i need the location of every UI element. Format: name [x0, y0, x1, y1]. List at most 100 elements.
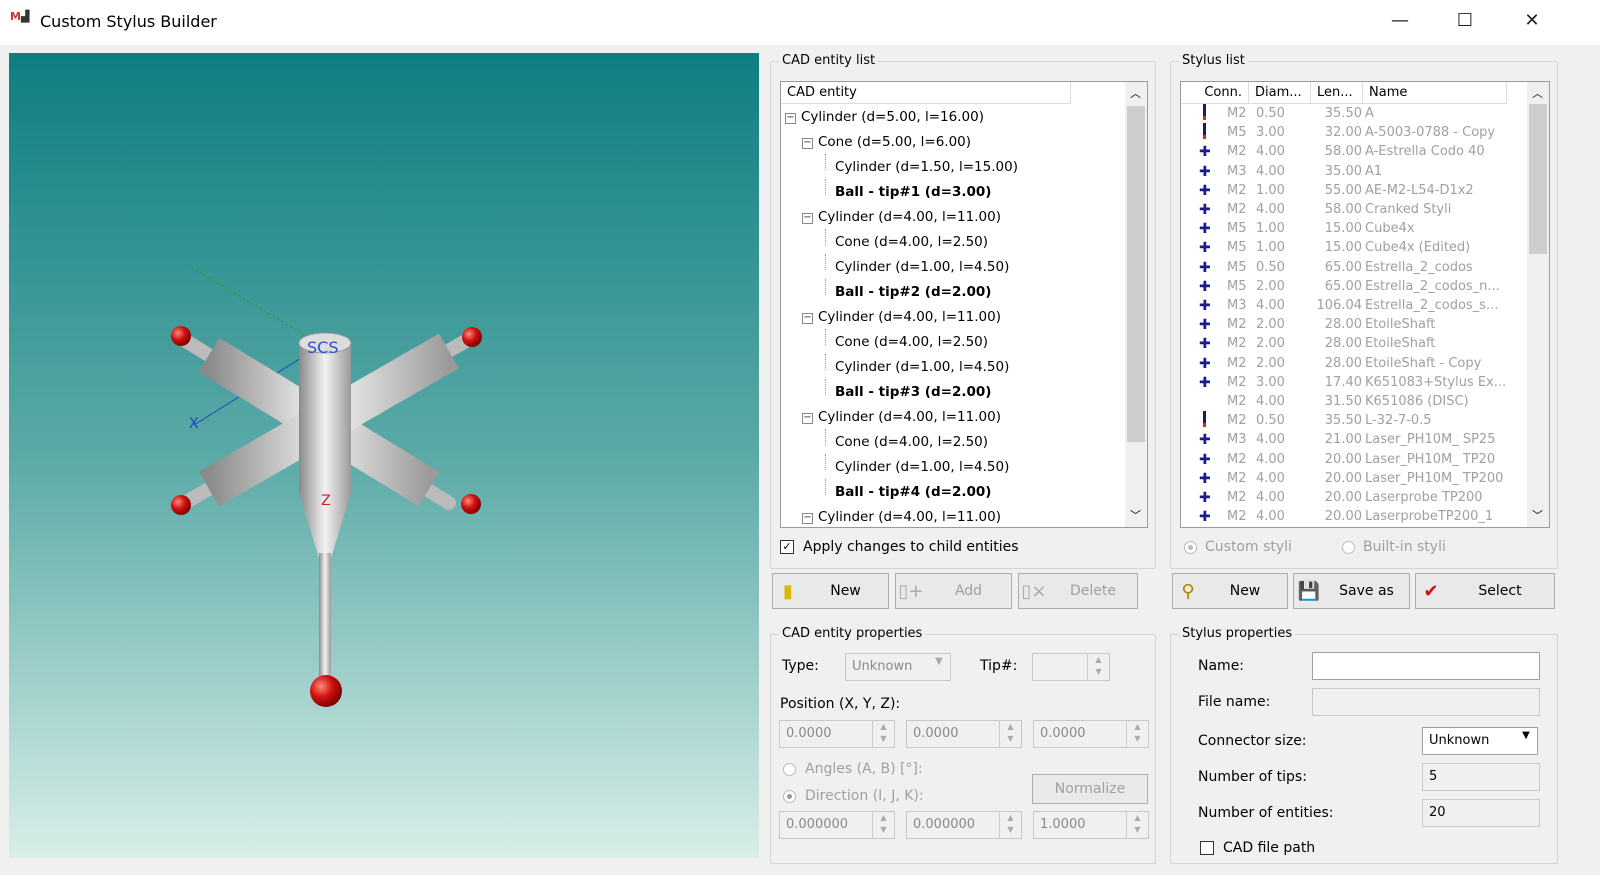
cad-new-button[interactable]: ▮ New	[772, 573, 889, 609]
spinner-arrows-icon[interactable]: ▲ ▼	[872, 721, 894, 747]
star-stylus-icon: ✚	[1199, 202, 1211, 218]
cad-add-button[interactable]: ▯+ Add	[895, 573, 1012, 609]
stylus-row[interactable]: ✚ M2 2.00 28.00 EtoileShaft	[1181, 317, 1526, 336]
tree-item[interactable]: Ball - tip#4 (d=2.00)	[835, 484, 991, 500]
type-select[interactable]: Unknown ▼	[845, 653, 951, 681]
tree-item[interactable]: Cylinder (d=1.00, l=4.50)	[835, 459, 1009, 475]
stylus-row[interactable]: ✚ M2 4.00 20.00 Laser_PH10M_ TP200	[1181, 471, 1526, 490]
stylus-row[interactable]: ✚ M5 2.00 65.00 Estrella_2_codos_n...	[1181, 279, 1526, 298]
scroll-up-icon[interactable]: ︿	[1532, 85, 1543, 101]
tree-item[interactable]: Cylinder (d=4.00, l=11.00)	[818, 409, 1001, 425]
direction-radio[interactable]	[783, 790, 796, 803]
connector-size-select[interactable]: Unknown ▼	[1422, 727, 1538, 755]
name-label: Name:	[1198, 658, 1245, 674]
scroll-thumb[interactable]	[1529, 104, 1547, 254]
spinner-arrows-icon[interactable]: ▲ ▼	[1126, 721, 1148, 747]
spinner-arrows-icon[interactable]: ▲ ▼	[999, 812, 1021, 838]
maximize-button[interactable]: ☐	[1450, 10, 1480, 31]
collapse-toggle-icon[interactable]: −	[802, 213, 813, 224]
collapse-toggle-icon[interactable]: −	[802, 513, 813, 524]
direction-i-input[interactable]: 0.000000 ▲ ▼	[779, 811, 895, 839]
tree-item[interactable]: Cylinder (d=1.50, l=15.00)	[835, 159, 1018, 175]
tree-item[interactable]: Ball - tip#3 (d=2.00)	[835, 384, 991, 400]
scroll-down-icon[interactable]: ﹀	[1532, 507, 1543, 523]
close-button[interactable]: ✕	[1517, 10, 1547, 31]
column-header-diam[interactable]: Diam...	[1249, 82, 1311, 104]
stylus-row[interactable]: ✚ M2 4.00 20.00 Laserprobe TP200	[1181, 490, 1526, 509]
stylus-row[interactable]: M5 3.00 32.00 A-5003-0788 - Copy	[1181, 123, 1526, 144]
stylus-row[interactable]: ✚ M3 4.00 21.00 Laser_PH10M_ SP25	[1181, 432, 1526, 451]
tree-item[interactable]: Cylinder (d=1.00, l=4.50)	[835, 359, 1009, 375]
cad-tree-scrollbar[interactable]: ︿ ﹀	[1125, 82, 1147, 527]
stylus-new-button[interactable]: ⚲ New	[1172, 573, 1288, 609]
cad-file-path-checkbox[interactable]	[1200, 841, 1214, 855]
stylus-row[interactable]: M2 0.50 35.50 L-32-7-0.5	[1181, 411, 1526, 432]
cad-new-label: New	[830, 583, 861, 599]
spinner-arrows-icon[interactable]: ▲ ▼	[1087, 654, 1109, 680]
position-x-input[interactable]: 0.0000 ▲ ▼	[779, 720, 895, 748]
position-y-input[interactable]: 0.0000 ▲ ▼	[906, 720, 1022, 748]
column-header-len[interactable]: Len...	[1311, 82, 1363, 104]
collapse-toggle-icon[interactable]: −	[802, 138, 813, 149]
tree-item[interactable]: Cylinder (d=5.00, l=16.00)	[801, 109, 984, 125]
stylus-row[interactable]: ✚ M2 2.00 28.00 EtoileShaft	[1181, 336, 1526, 355]
tree-item[interactable]: Ball - tip#1 (d=3.00)	[835, 184, 991, 200]
normalize-button[interactable]: Normalize	[1032, 774, 1148, 804]
tree-item[interactable]: Cone (d=4.00, l=2.50)	[835, 434, 988, 450]
diam-cell: 3.00	[1256, 374, 1285, 390]
tree-item[interactable]: Cone (d=5.00, l=6.00)	[818, 134, 971, 150]
cad-entity-column-header[interactable]: CAD entity	[781, 82, 1071, 104]
stylus-row[interactable]: ✚ M5 1.00 15.00 Cube4x (Edited)	[1181, 240, 1526, 259]
tree-item[interactable]: Cylinder (d=4.00, l=11.00)	[818, 509, 1001, 525]
stylus-row[interactable]: ✚ M2 3.00 17.40 K651083+Stylus Ex...	[1181, 375, 1526, 394]
builtin-styli-radio[interactable]	[1342, 541, 1355, 554]
cad-delete-button[interactable]: ▯× Delete	[1018, 573, 1138, 609]
stylus-row[interactable]: ✚ M5 1.00 15.00 Cube4x	[1181, 221, 1526, 240]
stylus-row[interactable]: M2 0.50 35.50 A	[1181, 104, 1526, 125]
stylus-row[interactable]: ✚ M2 2.00 28.00 EtoileShaft - Copy	[1181, 356, 1526, 375]
stylus-list-table[interactable]: Conn. Diam... Len... Name M2 0.50 35.50 A M5…	[1180, 81, 1550, 528]
tree-item[interactable]: Cone (d=4.00, l=2.50)	[835, 234, 988, 250]
column-header-conn[interactable]: Conn.	[1181, 82, 1249, 104]
tree-item[interactable]: Cylinder (d=4.00, l=11.00)	[818, 209, 1001, 225]
stylus-row[interactable]: ✚ M2 1.00 55.00 AE-M2-L54-D1x2	[1181, 183, 1526, 202]
scroll-thumb[interactable]	[1127, 106, 1145, 442]
tip-spinner[interactable]: ▲ ▼	[1032, 653, 1110, 681]
star-stylus-icon: ✚	[1199, 451, 1211, 468]
stylus-list-scrollbar[interactable]: ︿ ﹀	[1527, 82, 1549, 527]
apply-children-checkbox[interactable]: ✓	[780, 540, 794, 554]
spinner-arrows-icon[interactable]: ▲ ▼	[872, 812, 894, 838]
tree-item[interactable]: Cone (d=4.00, l=2.50)	[835, 334, 988, 350]
tree-item[interactable]: Cylinder (d=4.00, l=11.00)	[818, 309, 1001, 325]
tree-item[interactable]: Cylinder (d=1.00, l=4.50)	[835, 259, 1009, 275]
3d-viewport[interactable]: SCS X Z	[9, 53, 759, 858]
stylus-row[interactable]: ✚ M2 4.00 20.00 LaserprobeTP200_1	[1181, 509, 1526, 527]
collapse-toggle-icon[interactable]: −	[802, 313, 813, 324]
name-input[interactable]	[1312, 652, 1540, 680]
file-name-input[interactable]	[1312, 688, 1540, 716]
stylus-row[interactable]: ✚ M5 0.50 65.00 Estrella_2_codos	[1181, 260, 1526, 279]
position-z-input[interactable]: 0.0000 ▲ ▼	[1033, 720, 1149, 748]
column-header-name[interactable]: Name	[1363, 82, 1507, 104]
direction-k-input[interactable]: 1.0000 ▲ ▼	[1033, 811, 1149, 839]
stylus-row[interactable]: ✚ M2 4.00 58.00 Cranked Styli	[1181, 202, 1526, 221]
select-button[interactable]: ✔ Select	[1415, 573, 1555, 609]
spinner-arrows-icon[interactable]: ▲ ▼	[999, 721, 1021, 747]
collapse-toggle-icon[interactable]: −	[785, 113, 796, 124]
scroll-up-icon[interactable]: ︿	[1130, 85, 1141, 101]
minimize-button[interactable]: —	[1385, 10, 1415, 31]
angles-radio[interactable]	[783, 763, 796, 776]
direction-j-input[interactable]: 0.000000 ▲ ▼	[906, 811, 1022, 839]
tree-item[interactable]: Ball - tip#2 (d=2.00)	[835, 284, 991, 300]
scroll-down-icon[interactable]: ﹀	[1130, 507, 1141, 523]
custom-styli-radio[interactable]	[1184, 541, 1197, 554]
stylus-row[interactable]: ✚ M3 4.00 35.00 A1	[1181, 164, 1526, 183]
spinner-arrows-icon[interactable]: ▲ ▼	[1126, 812, 1148, 838]
save-as-button[interactable]: 💾 Save as	[1293, 573, 1410, 609]
stylus-row[interactable]: M2 4.00 31.50 K651086 (DISC)	[1181, 394, 1526, 413]
stylus-row[interactable]: ✚ M2 4.00 58.00 A-Estrella Codo 40	[1181, 144, 1526, 163]
stylus-row[interactable]: ✚ M3 4.00 106.04 Estrella_2_codos_s...	[1181, 298, 1526, 317]
cad-entity-tree[interactable]: CAD entity ︿ ﹀ − Cylinder (d=5.00, l=16.0…	[780, 81, 1148, 528]
stylus-row[interactable]: ✚ M2 4.00 20.00 Laser_PH10M_ TP20	[1181, 452, 1526, 471]
collapse-toggle-icon[interactable]: −	[802, 413, 813, 424]
